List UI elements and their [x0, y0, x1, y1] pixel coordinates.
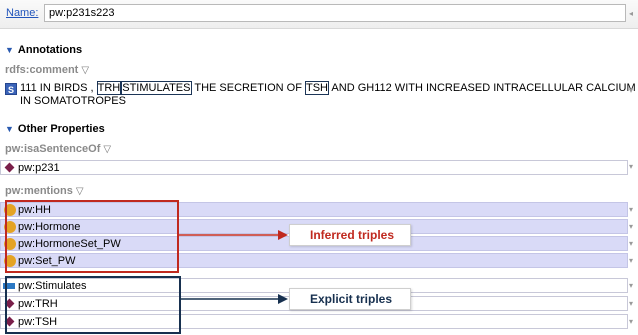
- name-field[interactable]: pw:p231s223: [44, 4, 626, 22]
- individual-diamond-icon: [4, 162, 15, 173]
- highlight-trh: TRH: [96, 81, 122, 95]
- string-literal-icon: S: [5, 83, 17, 95]
- is-sentence-of-label: pw:isaSentenceOf ▽: [5, 143, 112, 155]
- highlight-tsh: TSH: [304, 81, 329, 95]
- inferred-group-outline: [5, 200, 179, 273]
- scroll-arrow-icon[interactable]: ◂: [629, 9, 638, 18]
- row-menu-icon[interactable]: ▾: [629, 281, 638, 290]
- dropdown-caret-icon[interactable]: ▽: [103, 144, 111, 155]
- comment-text[interactable]: 111 IN BIRDS , TRH STIMULATES THE SECRETI…: [20, 81, 636, 108]
- expand-triangle-icon[interactable]: ▼: [5, 124, 14, 134]
- mentions-label: pw:mentions ▽: [5, 185, 84, 197]
- sentence-of-row[interactable]: pw:p231: [0, 160, 628, 175]
- dropdown-caret-icon[interactable]: ▽: [76, 186, 84, 197]
- row-menu-icon[interactable]: ▾: [629, 205, 638, 214]
- row-menu-icon[interactable]: ▾: [629, 162, 638, 171]
- explicit-triples-callout: Explicit triples: [289, 288, 411, 310]
- dropdown-caret-icon[interactable]: ▽: [81, 65, 89, 76]
- name-label[interactable]: Name:: [6, 7, 38, 19]
- highlight-stimulates: STIMULATES: [121, 81, 192, 95]
- row-menu-icon[interactable]: ▾: [629, 86, 638, 95]
- row-menu-icon[interactable]: ▾: [629, 299, 638, 308]
- annotations-header[interactable]: ▼ Annotations: [5, 44, 82, 56]
- explicit-group-outline: [5, 276, 181, 334]
- expand-triangle-icon[interactable]: ▼: [5, 45, 14, 55]
- red-arrow: [178, 230, 288, 240]
- row-menu-icon[interactable]: ▾: [629, 239, 638, 248]
- navy-arrow: [180, 294, 288, 304]
- other-properties-header[interactable]: ▼ Other Properties: [5, 123, 105, 135]
- row-menu-icon[interactable]: ▾: [629, 256, 638, 265]
- rdfs-comment-label: rdfs:comment ▽: [5, 64, 90, 76]
- row-menu-icon[interactable]: ▾: [629, 317, 638, 326]
- row-menu-icon[interactable]: ▾: [629, 222, 638, 231]
- inferred-triples-callout: Inferred triples: [289, 224, 411, 246]
